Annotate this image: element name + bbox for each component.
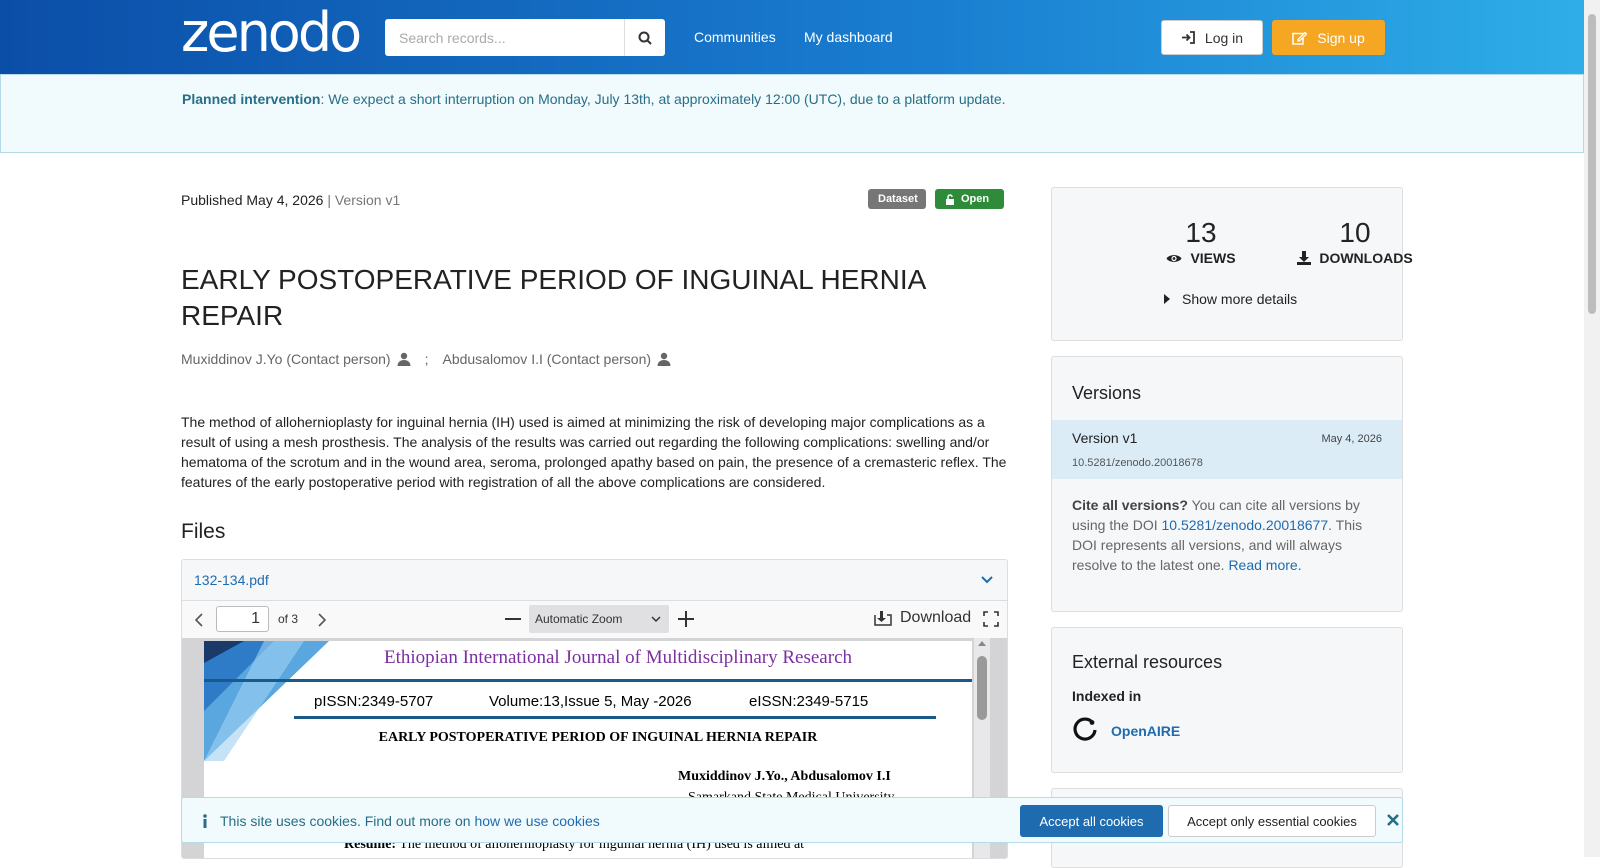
show-more-label: Show more details (1182, 291, 1298, 307)
cookie-banner: This site uses cookies. Find out more on… (181, 797, 1403, 843)
close-icon[interactable] (1387, 814, 1399, 826)
show-more-details[interactable]: Show more details (1164, 291, 1297, 307)
login-button[interactable]: Log in (1161, 20, 1263, 55)
chevron-down-icon[interactable] (981, 576, 993, 584)
read-more-link[interactable]: Read more. (1228, 557, 1301, 573)
views-label-row: VIEWS (1126, 250, 1276, 266)
person-icon (397, 352, 411, 366)
caret-right-icon (1164, 294, 1170, 304)
paper-authors: Muxiddinov J.Yo., Abdusalomov I.I (678, 769, 891, 784)
zenodo-logo[interactable]: zenodo (181, 6, 362, 60)
cookie-message: This site uses cookies. Find out more on… (220, 813, 600, 829)
search-bar (385, 19, 665, 56)
pdf-toolbar: 1 of 3 Automatic Zoom Download (182, 601, 1007, 640)
search-icon (638, 31, 652, 45)
pissn: pISSN:2349-5707 (314, 693, 434, 710)
record-title: EARLY POSTOPERATIVE PERIOD OF INGUINAL H… (181, 264, 925, 331)
downloads-label-row: DOWNLOADS (1280, 250, 1430, 266)
volume-info: Volume:13,Issue 5, May -2026 (489, 693, 692, 710)
login-label: Log in (1204, 29, 1244, 46)
download-icon (874, 611, 892, 626)
resource-type-label: Dataset (878, 193, 918, 205)
zoom-out-icon[interactable] (505, 618, 521, 621)
eye-icon (1166, 254, 1182, 262)
maintenance-banner: Planned intervention: We expect a short … (0, 74, 1584, 153)
fullscreen-icon[interactable] (983, 611, 999, 627)
scroll-up-icon[interactable] (978, 640, 986, 646)
page-count: of 3 (278, 612, 299, 626)
publication-info: Published May 4, 2026 | Version v1 (181, 192, 400, 208)
signup-label: Sign up (1317, 29, 1365, 46)
sign-in-icon (1181, 31, 1195, 44)
versions-card: Versions Version v1 May 4, 2026 10.5281/… (1051, 356, 1403, 612)
unlock-icon (946, 193, 954, 205)
versions-heading: Versions (1072, 383, 1142, 403)
version-label: | Version v1 (323, 192, 401, 208)
banner-message: Planned intervention: We expect a short … (182, 91, 1006, 107)
openaire-icon (1073, 717, 1097, 741)
chevron-down-icon (651, 616, 661, 623)
page-scrollbar[interactable] (1584, 0, 1600, 857)
accept-essential-cookies-button[interactable]: Accept only essential cookies (1168, 805, 1376, 837)
creators-list: Muxiddinov J.Yo (Contact person) ; Abdus… (181, 351, 671, 367)
issn-rule (294, 716, 936, 719)
creator-separator: ; (424, 351, 429, 367)
version-item-date: May 4, 2026 (1321, 433, 1382, 445)
published-date: Published May 4, 2026 (181, 192, 324, 208)
views-count: 13 (1185, 217, 1217, 248)
files-heading: Files (181, 520, 226, 543)
creator-link[interactable]: Abdusalomov I.I (Contact person) (442, 351, 651, 367)
download-label: Download (900, 609, 972, 626)
search-button[interactable] (624, 19, 665, 56)
zoom-value: Automatic Zoom (535, 612, 623, 626)
openaire-link[interactable]: OpenAIRE (1111, 723, 1180, 739)
stats-card: 13 VIEWS 10 DOWNLOADS Show more details (1051, 187, 1413, 341)
resource-type-badge: Dataset (868, 189, 926, 209)
cite-bold: Cite all versions? (1072, 497, 1188, 513)
external-resources-card: External resources Indexed in OpenAIRE (1051, 627, 1403, 773)
zoom-in-icon[interactable] (678, 611, 694, 627)
access-label: Open (961, 193, 990, 205)
downloads-count: 10 (1339, 217, 1371, 248)
journal-name: Ethiopian International Journal of Multi… (383, 647, 852, 668)
previous-page-icon[interactable] (194, 613, 204, 627)
indexed-in-label: Indexed in (1072, 688, 1142, 704)
page-number-input[interactable]: 1 (216, 606, 269, 632)
views-label: VIEWS (1190, 250, 1236, 266)
version-item-doi: 10.5281/zenodo.20018678 (1072, 457, 1203, 469)
version-item-label[interactable]: Version v1 (1072, 430, 1137, 446)
concept-doi-link[interactable]: 10.5281/zenodo.20018677 (1162, 517, 1329, 533)
file-link[interactable]: 132-134.pdf (194, 572, 269, 588)
search-input[interactable] (385, 19, 624, 56)
top-header: zenodo Communities My dashboard Log in S… (0, 0, 1584, 74)
page-scrollbar-thumb[interactable] (1588, 14, 1596, 314)
banner-text: : We expect a short interruption on Mond… (320, 91, 1006, 107)
cookie-text: This site uses cookies. Find out more on (220, 813, 475, 829)
next-page-icon[interactable] (317, 613, 327, 627)
nav-communities[interactable]: Communities (694, 29, 776, 45)
journal-rule (204, 679, 972, 682)
eissn: eISSN:2349-5715 (749, 693, 869, 710)
download-button[interactable]: Download (874, 609, 971, 627)
cite-all-versions: Cite all versions? You can cite all vers… (1072, 495, 1382, 575)
pdf-scrollbar-thumb[interactable] (977, 656, 987, 720)
edit-icon (1292, 31, 1308, 45)
paper-title: EARLY POSTOPERATIVE PERIOD OF INGUINAL H… (378, 730, 818, 745)
download-icon (1297, 251, 1312, 265)
access-badge: Open (935, 189, 1004, 209)
file-preview-header[interactable]: 132-134.pdf (182, 560, 1007, 601)
nav-my-dashboard[interactable]: My dashboard (804, 29, 893, 45)
creator-link[interactable]: Muxiddinov J.Yo (Contact person) (181, 351, 391, 367)
downloads-label: DOWNLOADS (1319, 250, 1413, 266)
record-description: The method of allohernioplasty for ingui… (181, 414, 1007, 490)
info-icon (203, 814, 207, 828)
cookie-policy-link[interactable]: how we use cookies (474, 813, 599, 829)
signup-button[interactable]: Sign up (1272, 20, 1385, 55)
person-icon (657, 352, 671, 366)
zoom-select[interactable]: Automatic Zoom (529, 605, 669, 633)
accept-all-cookies-button[interactable]: Accept all cookies (1020, 805, 1163, 837)
banner-title: Planned intervention (182, 91, 321, 107)
version-item[interactable]: Version v1 May 4, 2026 10.5281/zenodo.20… (1052, 420, 1402, 479)
external-resources-heading: External resources (1072, 652, 1223, 672)
